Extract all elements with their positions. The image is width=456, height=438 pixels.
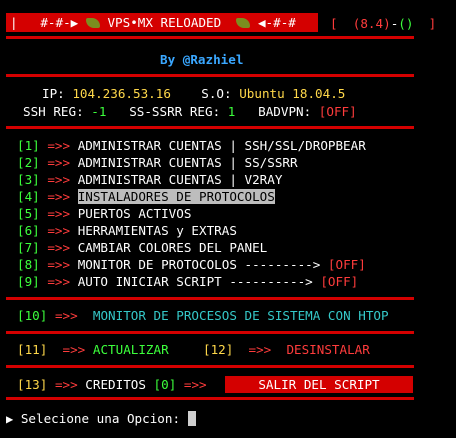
- menu-item-3[interactable]: [3] =>> ADMINISTRAR CUENTAS | V2RAY: [17, 171, 282, 188]
- menu-item-11[interactable]: [11] =>> ACTUALIZAR: [17, 341, 169, 358]
- divider: [6, 365, 414, 368]
- menu-item-12[interactable]: [12] =>> DESINSTALAR: [203, 341, 370, 358]
- monitor-status: [OFF]: [327, 257, 366, 272]
- title-left: #-#-▶: [40, 15, 79, 30]
- divider: [6, 331, 414, 334]
- author-credit: By @Razhiel: [160, 52, 244, 67]
- so-value: Ubuntu 18.04.5: [239, 86, 346, 101]
- reg-line: SSH REG: -1 SS-SSRR REG: 1 BADVPN: [OFF]: [23, 103, 357, 120]
- badvpn-label: BADVPN:: [258, 104, 312, 119]
- prompt-text: Selecione una Opcion:: [20, 411, 181, 426]
- divider: [6, 397, 414, 400]
- ssh-reg-value: -1: [91, 104, 107, 119]
- menu-item-6[interactable]: [6] =>> HERRAMIENTAS y EXTRAS: [17, 222, 237, 239]
- menu-item-9[interactable]: [9] =>> AUTO INICIAR SCRIPT ----------> …: [17, 273, 358, 290]
- ssrr-reg-value: 1: [227, 104, 236, 119]
- version-number: (8.4): [352, 16, 391, 31]
- badvpn-status: [OFF]: [318, 104, 357, 119]
- autostart-status: [OFF]: [320, 274, 359, 289]
- menu-item-1[interactable]: [1] =>> ADMINISTRAR CUENTAS | SSH/SSL/DR…: [17, 137, 366, 154]
- prompt-arrow-icon: ▶: [6, 412, 14, 426]
- selected-item-label: INSTALADORES DE PROTOCOLOS: [77, 189, 275, 204]
- divider: [6, 36, 414, 39]
- exit-number: [0]: [153, 377, 177, 392]
- divider: [6, 126, 414, 129]
- left-bracket: |: [10, 15, 18, 30]
- exit-arrow: =>>: [183, 377, 207, 392]
- exit-script-button[interactable]: SALIR DEL SCRIPT: [225, 376, 413, 393]
- menu-item-8[interactable]: [8] =>> MONITOR DE PROTOCOLOS --------->…: [17, 256, 366, 273]
- title-text: | #-#-▶ VPS•MX RELOADED ◀-#-#: [10, 15, 296, 31]
- menu-item-10[interactable]: [10] =>> MONITOR DE PROCESOS DE SISTEMA …: [17, 307, 389, 324]
- menu-item-5[interactable]: [5] =>> PUERTOS ACTIVOS: [17, 205, 191, 222]
- ip-line: IP: 104.236.53.16 S.O: Ubuntu 18.04.5: [42, 85, 345, 102]
- menu-item-2[interactable]: [2] =>> ADMINISTRAR CUENTAS | SS/SSRR: [17, 154, 298, 171]
- input-prompt[interactable]: ▶ Selecione una Opcion:: [6, 410, 196, 428]
- so-label: S.O:: [201, 86, 232, 101]
- menu-item-13[interactable]: [13] =>> CREDITOS [0] =>>: [17, 376, 207, 393]
- ssh-reg-label: SSH REG:: [23, 104, 84, 119]
- title-right: ◀-#-#: [257, 15, 296, 30]
- cursor-icon: [187, 411, 196, 426]
- app-title: VPS•MX RELOADED: [107, 15, 222, 30]
- leaf-icon: [236, 18, 251, 28]
- version-display: [ (8.4)-() ]: [330, 16, 437, 31]
- ip-value: 104.236.53.16: [72, 86, 171, 101]
- ssrr-reg-label: SS-SSRR REG:: [129, 104, 221, 119]
- menu-item-7[interactable]: [7] =>> CAMBIAR COLORES DEL PANEL: [17, 239, 267, 256]
- ip-label: IP:: [42, 86, 65, 101]
- divider: [6, 74, 414, 77]
- leaf-icon: [85, 18, 100, 28]
- menu-item-4[interactable]: [4] =>> INSTALADORES DE PROTOCOLOS: [17, 188, 275, 205]
- divider: [6, 297, 414, 300]
